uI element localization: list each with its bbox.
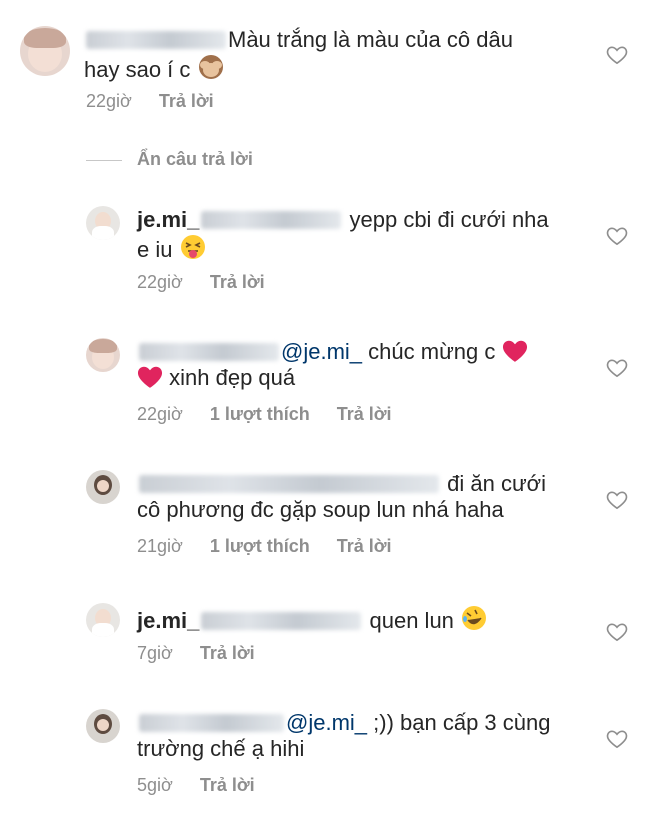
tongue-squint-face-icon — [180, 235, 205, 259]
comment-text: @je.mi_ chúc mừng c xinh đẹp quá — [137, 339, 577, 391]
like-heart-icon[interactable] — [606, 226, 628, 246]
like-heart-icon[interactable] — [606, 622, 628, 642]
avatar[interactable] — [86, 470, 120, 504]
comment-time: 21giờ — [137, 536, 183, 556]
comment-text-line1: chúc mừng c — [368, 339, 496, 364]
avatar[interactable] — [86, 206, 120, 240]
comment-time: 22giờ — [137, 272, 183, 292]
reply-button[interactable]: Trả lời — [200, 775, 255, 795]
mention-link[interactable]: @je.mi_ — [281, 339, 362, 364]
username[interactable]: je.mi_ — [137, 608, 199, 633]
avatar[interactable] — [20, 26, 70, 76]
comment-text-line2: trường chế ạ hihi — [137, 736, 305, 761]
comment-meta: 22giờ 1 lượt thích Trả lời — [137, 404, 414, 425]
comment-text-line2: hay sao í c — [84, 57, 191, 82]
like-heart-icon[interactable] — [606, 490, 628, 510]
comment-meta: 21giờ 1 lượt thích Trả lời — [137, 536, 414, 557]
see-no-evil-monkey-icon — [198, 55, 223, 79]
comment-time: 5giờ — [137, 775, 173, 795]
comment-text-line2: e iu — [137, 237, 173, 262]
hide-replies-button[interactable]: Ẩn câu trả lời — [137, 149, 253, 170]
likes-count[interactable]: 1 lượt thích — [210, 536, 310, 556]
avatar[interactable] — [86, 338, 120, 372]
mention-link[interactable]: @je.mi_ — [286, 710, 367, 735]
hide-replies-divider — [86, 160, 122, 161]
comment-text: đi ăn cưới cô phương đc gặp soup lun nhá… — [137, 471, 587, 523]
red-heart-icon — [137, 366, 163, 388]
red-heart-icon — [502, 340, 527, 362]
likes-count[interactable]: 1 lượt thích — [210, 404, 310, 424]
comment-text: je.mi_ quen lun — [137, 604, 577, 634]
reply-button[interactable]: Trả lời — [159, 91, 214, 111]
comment-text: Màu trắng là màu của cô dâu hay sao í c — [84, 27, 554, 83]
like-heart-icon[interactable] — [606, 729, 628, 749]
comment-text: je.mi_ yepp cbi đi cưới nha e iu — [137, 207, 577, 263]
comment-text-line1: quen lun — [369, 608, 454, 633]
comment-meta: 7giờ Trả lời — [137, 643, 277, 664]
reply-button[interactable]: Trả lời — [337, 404, 392, 424]
reply-button[interactable]: Trả lời — [200, 643, 255, 663]
comment-text-line2: xinh đẹp quá — [169, 365, 296, 390]
blurred-username — [201, 612, 362, 630]
avatar[interactable] — [86, 709, 120, 743]
reply-button[interactable]: Trả lời — [337, 536, 392, 556]
blurred-username — [139, 343, 279, 361]
comment-text: @je.mi_ ;)) bạn cấp 3 cùng trường chế ạ … — [137, 710, 577, 762]
comment-text-line1: đi ăn cưới — [447, 471, 546, 496]
comment-text-line1: yepp cbi đi cưới nha — [349, 207, 549, 232]
comment-time: 22giờ — [86, 91, 132, 111]
rolling-laughing-face-icon — [462, 606, 487, 630]
comment-time: 7giờ — [137, 643, 173, 663]
comment-text-line1: Màu trắng là màu của cô dâu — [228, 27, 513, 52]
comment-meta: 5giờ Trả lời — [137, 775, 277, 796]
comment-time: 22giờ — [137, 404, 183, 424]
comment-text-line1: ;)) bạn cấp 3 cùng — [373, 710, 551, 735]
like-heart-icon[interactable] — [606, 358, 628, 378]
blurred-username — [86, 31, 226, 49]
blurred-username — [139, 714, 284, 732]
reply-button[interactable]: Trả lời — [210, 272, 265, 292]
comment-meta: 22giờ Trả lời — [137, 272, 287, 293]
blurred-username — [201, 211, 342, 229]
avatar[interactable] — [86, 603, 120, 637]
username[interactable]: je.mi_ — [137, 207, 199, 232]
like-heart-icon[interactable] — [606, 45, 628, 65]
comment-meta: 22giờ Trả lời — [86, 91, 236, 112]
blurred-username — [139, 475, 439, 493]
comment-text-line2: cô phương đc gặp soup lun nhá haha — [137, 497, 504, 522]
